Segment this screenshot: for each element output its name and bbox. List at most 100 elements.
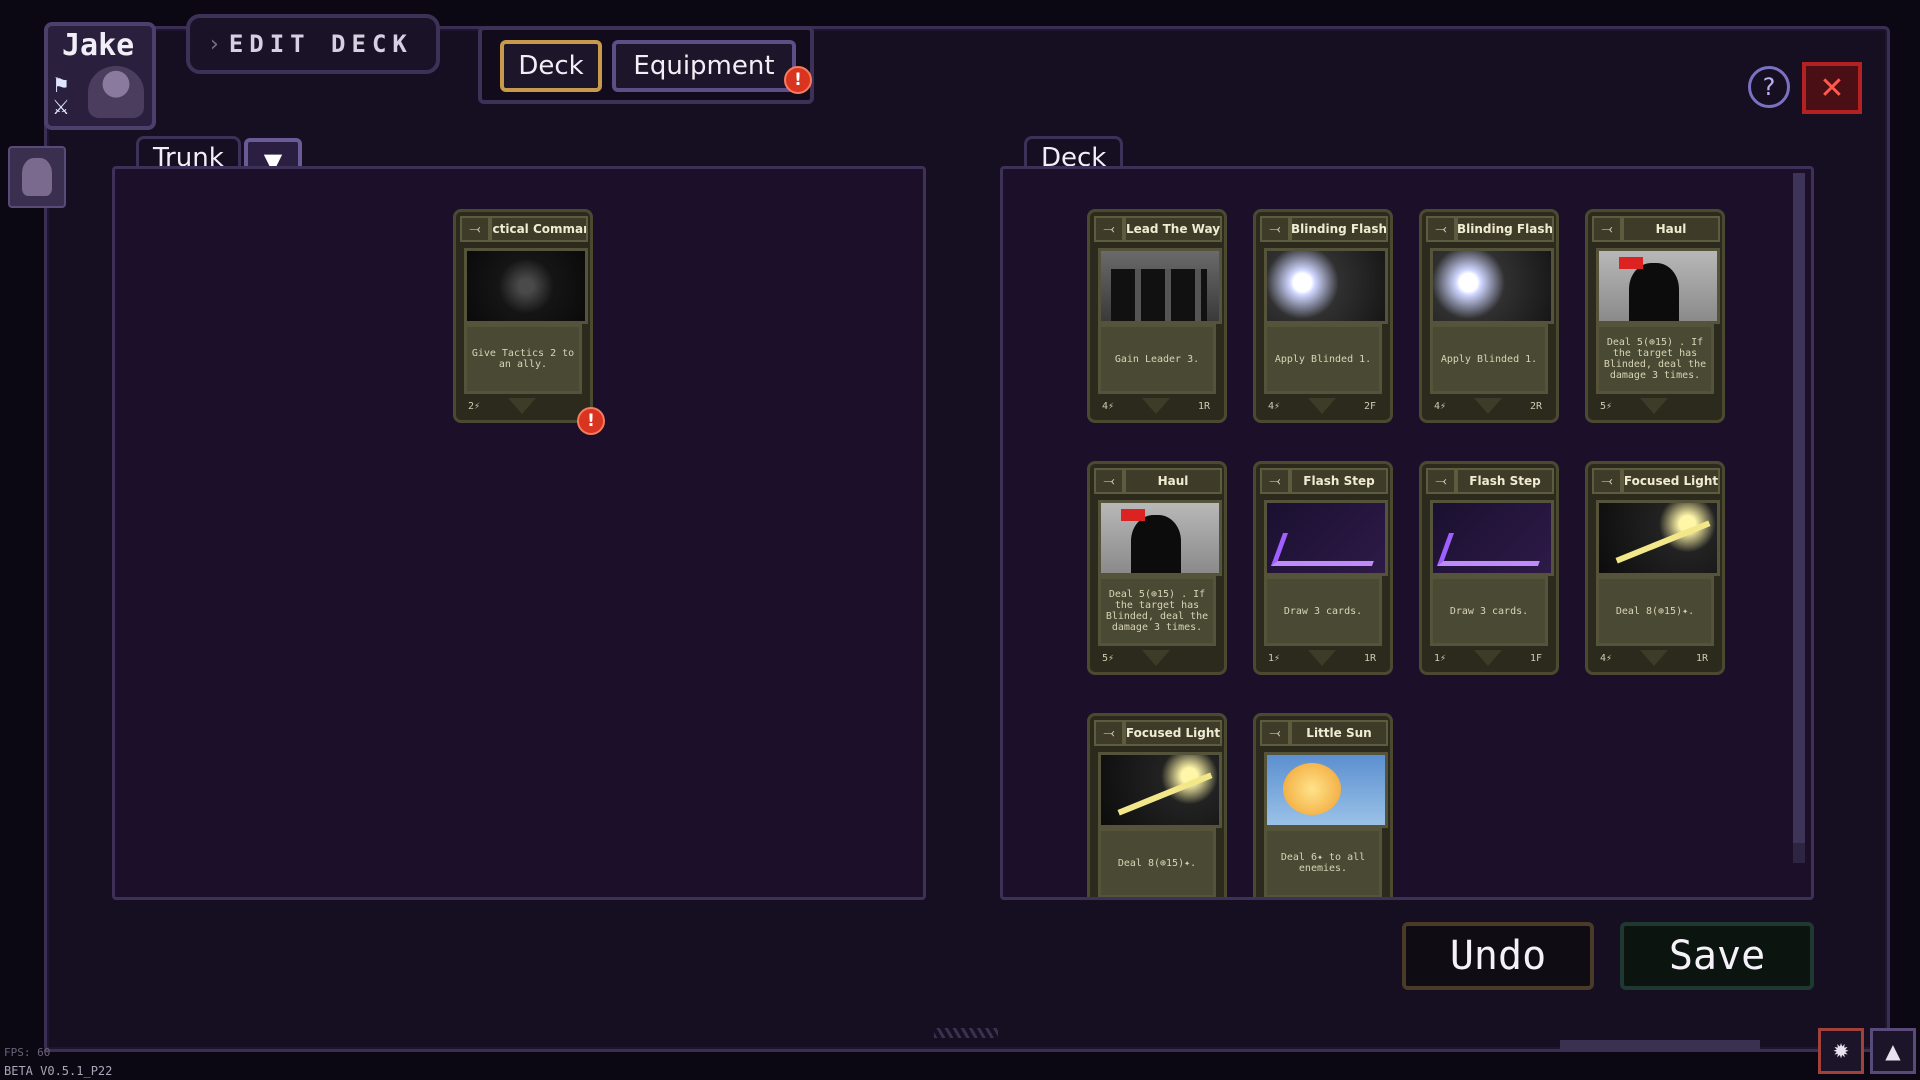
card-name: Blinding Flash	[1290, 216, 1388, 242]
card-type-icon: ⤙	[460, 216, 490, 242]
card-header: ⤙ Blinding Flash	[1256, 212, 1390, 242]
card-description: Deal 5(⊕15) . If the target has Blinded,…	[1596, 324, 1714, 394]
card-header: ⤙ Haul	[1090, 464, 1224, 494]
feedback-button[interactable]: ▲	[1870, 1028, 1916, 1074]
gem-icon	[1474, 398, 1502, 414]
card-footer: 1⚡ 1F	[1422, 650, 1556, 670]
card-type-icon: ⤙	[1094, 720, 1124, 746]
version-label: BETA V0.5.1_P22	[4, 1064, 113, 1078]
gem-icon	[1474, 650, 1502, 666]
card-description: Deal 5(⊕15) . If the target has Blinded,…	[1098, 576, 1216, 646]
card[interactable]: ⤙ Haul Deal 5(⊕15) . If the target has Bli…	[1087, 461, 1227, 675]
sword-icon: ⚔	[52, 95, 70, 119]
deck-scroll-thumb[interactable]	[1793, 173, 1805, 843]
bug-icon: ✹	[1832, 1039, 1850, 1063]
card-name: Haul	[1622, 216, 1720, 242]
card-description: Gain Leader 3.	[1098, 324, 1216, 394]
card[interactable]: ⤙ Flash Step Draw 3 cards. 1⚡ 1F	[1419, 461, 1559, 675]
card-art	[1264, 752, 1388, 828]
card-header: ⤙ Lead The Way	[1090, 212, 1224, 242]
close-button[interactable]: ✕	[1802, 62, 1862, 114]
card-description: Draw 3 cards.	[1264, 576, 1382, 646]
tab-bar: Deck Equipment !	[478, 26, 814, 104]
card-cost: 2⚡	[468, 401, 481, 412]
help-button[interactable]: ?	[1748, 66, 1790, 108]
card-footer: 5⚡	[1090, 650, 1224, 670]
card[interactable]: ⤙ Little Sun Deal 6✦ to all enemies.	[1253, 713, 1393, 897]
card-art	[1098, 500, 1222, 576]
card[interactable]: ⤙ Flash Step Draw 3 cards. 1⚡ 1R	[1253, 461, 1393, 675]
card[interactable]: ⤙Tactical Command Give Tactics 2 to an al…	[453, 209, 593, 423]
card-header: ⤙ Flash Step	[1422, 464, 1556, 494]
card-cost: 4⚡	[1434, 401, 1447, 412]
party-member-portrait[interactable]	[8, 146, 66, 208]
card-description: Give Tactics 2 to an ally.	[464, 324, 582, 394]
card-name: Flash Step	[1456, 468, 1554, 494]
equipment-alert-badge: !	[784, 66, 812, 94]
card-type-icon: ⤙	[1094, 216, 1124, 242]
card-footer: 2⚡	[456, 398, 590, 418]
card-footer: 4⚡ 2R	[1422, 398, 1556, 418]
card-footer: 4⚡ 1R	[1090, 398, 1224, 418]
card-cost: 1⚡	[1268, 653, 1281, 664]
card-header: ⤙Tactical Command	[456, 212, 590, 242]
card-name: Focused Light	[1124, 720, 1222, 746]
card-name: Haul	[1124, 468, 1222, 494]
tab-equipment[interactable]: Equipment	[612, 40, 796, 92]
card-art	[1264, 248, 1388, 324]
card[interactable]: ⤙ Blinding Flash Apply Blinded 1. 4⚡ 2R	[1419, 209, 1559, 423]
character-status-icons: ⚑ ⚔	[52, 74, 78, 118]
card-art	[1098, 752, 1222, 828]
undo-button[interactable]: Undo	[1402, 922, 1594, 990]
save-button[interactable]: Save	[1620, 922, 1814, 990]
card-name: Lead The Way	[1124, 216, 1222, 242]
card-rarity: 1F	[1530, 653, 1543, 664]
chevron-right-icon: ›	[210, 31, 219, 57]
card-type-icon: ⤙	[1260, 720, 1290, 746]
card[interactable]: ⤙ Lead The Way Gain Leader 3. 4⚡ 1R	[1087, 209, 1227, 423]
gem-icon	[1640, 398, 1668, 414]
card-art	[1430, 500, 1554, 576]
card-alert-badge: !	[577, 407, 605, 435]
card-rarity: 1R	[1696, 653, 1709, 664]
card-rarity: 1R	[1364, 653, 1377, 664]
character-portrait	[88, 66, 144, 118]
card-art	[1264, 500, 1388, 576]
card-header: ⤙ Little Sun	[1256, 716, 1390, 746]
card-type-icon: ⤙	[1426, 468, 1456, 494]
card[interactable]: ⤙ Focused Light Deal 8(⊕15)✦. 4⚡ 1R	[1585, 461, 1725, 675]
question-mark-icon: ?	[1762, 73, 1776, 101]
card-rarity: 2F	[1364, 401, 1377, 412]
card-rarity: 2R	[1530, 401, 1543, 412]
card-name: Focused Light	[1622, 468, 1720, 494]
card[interactable]: ⤙ Haul Deal 5(⊕15) . If the target has Bli…	[1585, 209, 1725, 423]
gem-icon	[1142, 398, 1170, 414]
card-cost: 4⚡	[1102, 401, 1115, 412]
card-name: Flash Step	[1290, 468, 1388, 494]
fps-counter: FPS: 60	[4, 1046, 51, 1059]
card-type-icon: ⤙	[1094, 468, 1124, 494]
close-x-icon: ✕	[1819, 70, 1845, 106]
card[interactable]: ⤙ Blinding Flash Apply Blinded 1. 4⚡ 2F	[1253, 209, 1393, 423]
card-cost: 5⚡	[1102, 653, 1115, 664]
card-type-icon: ⤙	[1426, 216, 1456, 242]
card-type-icon: ⤙	[1260, 216, 1290, 242]
gem-icon	[508, 398, 536, 414]
card-header: ⤙ Focused Light	[1090, 716, 1224, 746]
deck-panel: ⤙ Lead The Way Gain Leader 3. 4⚡ 1R ⤙ Blinding…	[1000, 166, 1814, 900]
card-description: Apply Blinded 1.	[1264, 324, 1382, 394]
card-footer: 1⚡ 1R	[1256, 650, 1390, 670]
card-name: Blinding Flash	[1456, 216, 1554, 242]
card-art	[1098, 248, 1222, 324]
tab-deck[interactable]: Deck	[500, 40, 602, 92]
card[interactable]: ⤙ Focused Light Deal 8(⊕15)✦.	[1087, 713, 1227, 897]
card-cost: 1⚡	[1434, 653, 1447, 664]
resize-grip	[934, 1028, 998, 1038]
character-avatar[interactable]: Jake ⚑ ⚔	[44, 22, 156, 130]
card-description: Deal 8(⊕15)✦.	[1596, 576, 1714, 646]
bug-report-button[interactable]: ✹	[1818, 1028, 1864, 1074]
card-header: ⤙ Focused Light	[1588, 464, 1722, 494]
card-type-icon: ⤙	[1592, 468, 1622, 494]
gem-icon	[1142, 650, 1170, 666]
card-header: ⤙ Haul	[1588, 212, 1722, 242]
